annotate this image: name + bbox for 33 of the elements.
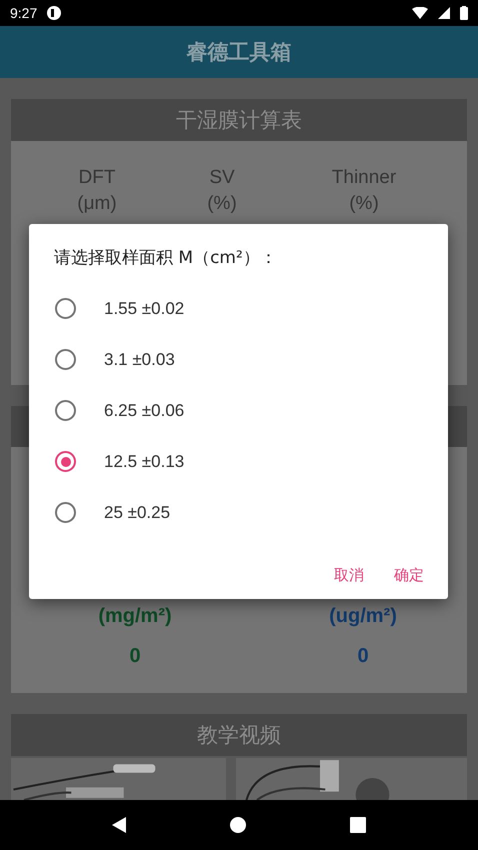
result-unit: (ug/m²) <box>329 604 397 630</box>
column-unit: (%) <box>207 192 237 216</box>
dialog-title: 请选择取样面积 M（cm²）： <box>54 247 277 269</box>
option-label[interactable]: 6.25 ±0.06 <box>104 400 184 420</box>
result-value: 0 <box>357 645 369 668</box>
home-icon[interactable] <box>230 817 246 833</box>
result-unit: (mg/m²) <box>98 604 172 630</box>
cancel-button[interactable]: 取消 <box>324 558 374 593</box>
column-label: SV <box>209 166 235 190</box>
column-label: Thinner <box>332 166 396 190</box>
section-title: 干湿膜计算表 <box>176 106 302 134</box>
radio-button[interactable] <box>55 400 76 421</box>
option-label[interactable]: 1.55 ±0.02 <box>104 298 184 318</box>
status-time: 9:27 <box>10 5 38 21</box>
column-unit: (μm) <box>77 192 117 216</box>
option-label[interactable]: 3.1 ±0.03 <box>104 350 175 370</box>
wifi-icon <box>412 7 428 19</box>
radio-button[interactable] <box>55 298 76 319</box>
option-label[interactable]: 12.5 ±0.13 <box>104 452 184 472</box>
radio-button[interactable] <box>55 451 76 472</box>
battery-icon <box>460 6 468 20</box>
option-label[interactable]: 25 ±0.25 <box>104 502 170 522</box>
radio-button[interactable] <box>55 349 76 370</box>
column-label: DFT <box>78 166 116 190</box>
section-title: 教学视频 <box>197 722 281 750</box>
result-value: 0 <box>129 645 141 668</box>
app-notification-icon <box>47 6 62 20</box>
back-icon[interactable] <box>112 817 126 833</box>
column-unit: (%) <box>349 192 379 216</box>
app-title: 睿德工具箱 <box>186 39 292 66</box>
radio-button[interactable] <box>55 502 76 523</box>
signal-icon <box>438 7 450 19</box>
confirm-button[interactable]: 确定 <box>384 558 434 593</box>
